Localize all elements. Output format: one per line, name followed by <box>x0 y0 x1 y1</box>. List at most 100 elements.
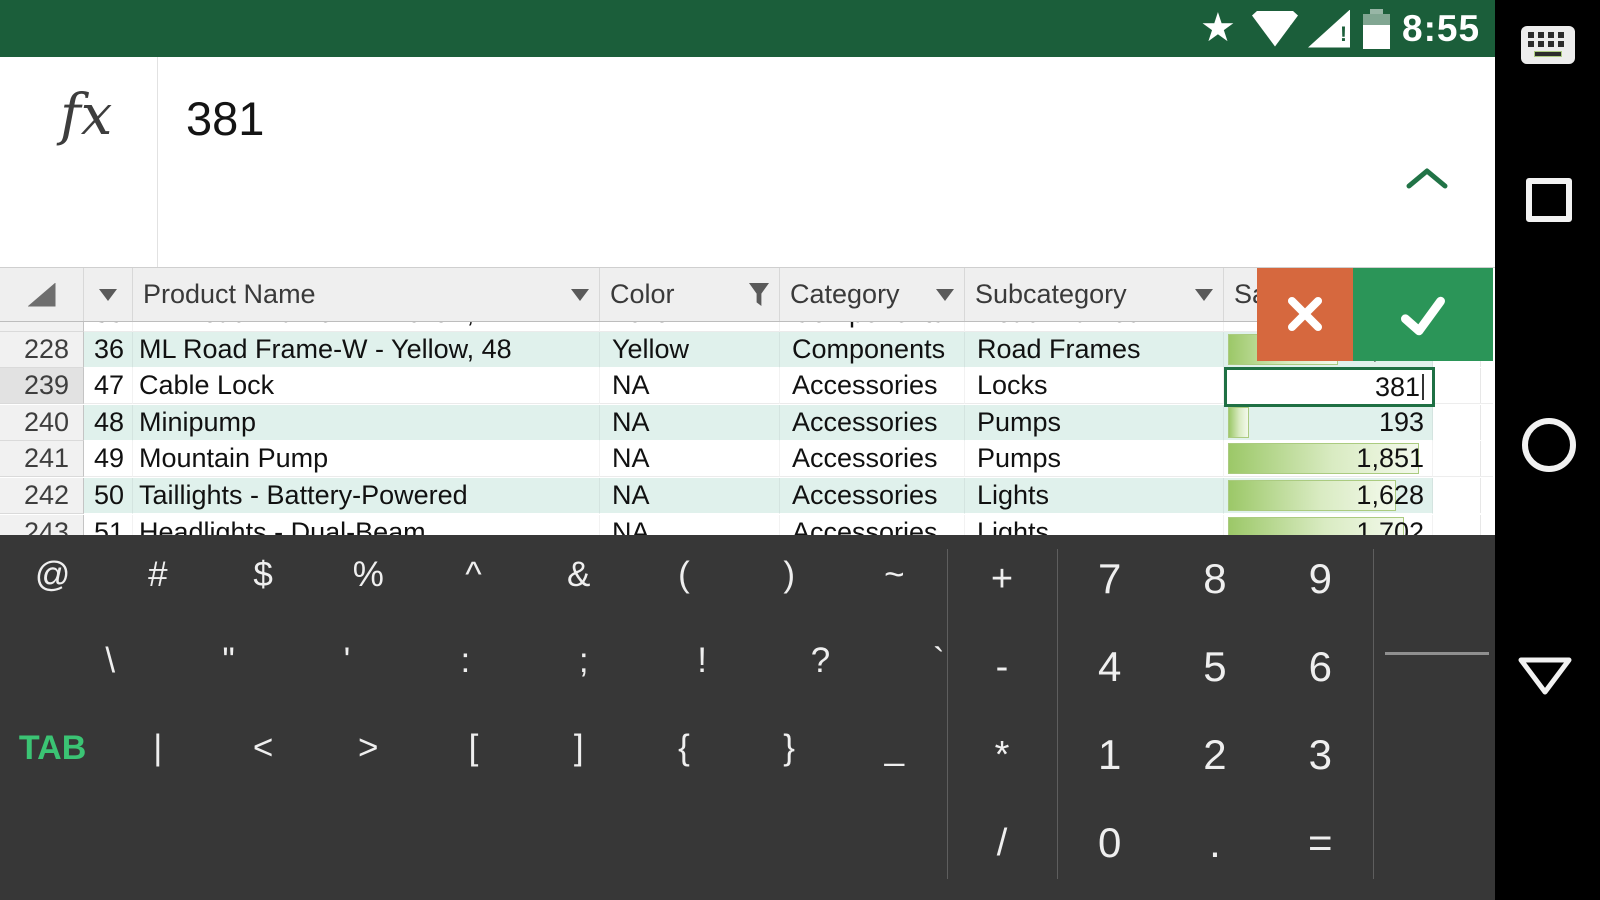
cell-id[interactable]: 51 <box>84 515 133 535</box>
keyboard-key[interactable]: | <box>105 705 210 791</box>
keyboard-key[interactable]: # <box>105 535 210 615</box>
cell-sales[interactable]: 1,851 <box>1224 441 1433 477</box>
header-color[interactable]: Color <box>600 268 780 321</box>
row-number[interactable]: 228 <box>0 332 84 368</box>
confirm-edit-button[interactable] <box>1353 268 1493 361</box>
cell-subcategory[interactable]: Lights <box>965 515 1224 535</box>
keyboard-key[interactable]: ^ <box>421 535 526 615</box>
keyboard-key[interactable]: 9 <box>1268 535 1373 623</box>
keyboard-key[interactable]: 1 <box>1057 711 1162 799</box>
keyboard-key[interactable]: ~ <box>842 535 947 615</box>
row-number[interactable]: 227 <box>0 322 84 332</box>
cell-sales[interactable]: 1,702 <box>1224 515 1433 535</box>
formula-bar[interactable]: fx 381 <box>0 57 1495 268</box>
cell-product-name[interactable]: Mountain Pump <box>133 441 600 477</box>
keyboard-key[interactable]: ; <box>525 619 643 703</box>
row-number[interactable]: 243 <box>0 515 84 535</box>
keyboard-key[interactable]: = <box>1268 799 1373 887</box>
header-id[interactable] <box>84 268 133 321</box>
cell-color[interactable]: Yellow <box>600 322 780 332</box>
home-button[interactable] <box>1522 418 1576 472</box>
keyboard-key[interactable]: > <box>316 705 421 791</box>
keyboard-key[interactable]: . <box>1162 799 1267 887</box>
row-number[interactable]: 239 <box>0 368 84 404</box>
cell-product-name[interactable]: Cable Lock <box>133 368 600 404</box>
filter-icon[interactable] <box>749 283 769 306</box>
keyboard-key[interactable]: : <box>406 619 524 703</box>
header-subcategory[interactable]: Subcategory <box>965 268 1224 321</box>
cell-id[interactable]: 35 <box>84 322 133 332</box>
cell-color[interactable]: NA <box>600 441 780 477</box>
keyboard-key[interactable]: 5 <box>1162 623 1267 711</box>
cell-color[interactable]: NA <box>600 478 780 514</box>
row-number[interactable]: 240 <box>0 405 84 441</box>
cell-category[interactable]: Components <box>780 332 965 368</box>
cell-id[interactable]: 48 <box>84 405 133 441</box>
cell-product-name[interactable]: Headlights - Dual-Beam <box>133 515 600 535</box>
cell-id[interactable]: 47 <box>84 368 133 404</box>
cell-color[interactable]: NA <box>600 515 780 535</box>
empty-cell[interactable] <box>1433 515 1493 535</box>
keyboard-key[interactable]: 0 <box>1057 799 1162 887</box>
cancel-edit-button[interactable] <box>1257 268 1353 361</box>
cell-category[interactable]: Accessories <box>780 478 965 514</box>
chevron-up-icon[interactable] <box>1404 167 1450 196</box>
keyboard-key[interactable]: ? <box>761 619 879 703</box>
cell-subcategory[interactable]: Locks <box>965 368 1224 404</box>
keyboard-key[interactable]: @ <box>0 535 105 615</box>
cell-subcategory[interactable]: Lights <box>965 478 1224 514</box>
empty-cell[interactable] <box>1433 441 1493 477</box>
cell-category[interactable]: Accessories <box>780 441 965 477</box>
chevron-down-icon[interactable] <box>99 288 117 301</box>
row-number[interactable]: 242 <box>0 478 84 514</box>
keyboard-key[interactable]: / <box>947 799 1057 887</box>
keyboard-key[interactable]: + <box>947 535 1057 623</box>
cell-product-name[interactable]: Taillights - Battery-Powered <box>133 478 600 514</box>
keyboard-key[interactable]: " <box>169 619 287 703</box>
keyboard-key[interactable]: - <box>947 623 1057 711</box>
keyboard-key[interactable]: _ <box>842 705 947 791</box>
cell-subcategory[interactable]: Road Frames <box>965 322 1224 332</box>
keyboard-key[interactable]: & <box>526 535 631 615</box>
tab-key[interactable]: TAB <box>0 705 105 791</box>
cell-id[interactable]: 50 <box>84 478 133 514</box>
cell-category[interactable]: Components <box>780 322 965 332</box>
hide-keyboard-icon[interactable] <box>1521 26 1575 64</box>
cell-color[interactable]: NA <box>600 368 780 404</box>
chevron-down-icon[interactable] <box>1195 288 1213 301</box>
row-number[interactable]: 241 <box>0 441 84 477</box>
cell-category[interactable]: Accessories <box>780 368 965 404</box>
keyboard-key[interactable]: 8 <box>1162 535 1267 623</box>
keyboard-key[interactable]: } <box>737 705 842 791</box>
active-cell-editor[interactable]: 381 <box>1224 367 1435 407</box>
chevron-down-icon[interactable] <box>936 288 954 301</box>
header-row-number[interactable] <box>0 268 84 321</box>
keyboard-key[interactable]: [ <box>421 705 526 791</box>
keyboard-key[interactable]: 4 <box>1057 623 1162 711</box>
keyboard-key[interactable]: < <box>210 705 315 791</box>
keyboard-key[interactable]: 3 <box>1268 711 1373 799</box>
header-category[interactable]: Category <box>780 268 965 321</box>
empty-cell[interactable] <box>1433 368 1493 404</box>
header-product-name[interactable]: Product Name <box>133 268 600 321</box>
keyboard-key[interactable]: ) <box>737 535 842 615</box>
chevron-down-icon[interactable] <box>571 288 589 301</box>
select-all-triangle-icon[interactable] <box>27 282 56 307</box>
cell-color[interactable]: NA <box>600 405 780 441</box>
keyboard-key[interactable]: $ <box>210 535 315 615</box>
cell-category[interactable]: Accessories <box>780 405 965 441</box>
keyboard-key[interactable]: ! <box>643 619 761 703</box>
keyboard-key[interactable]: * <box>947 711 1057 799</box>
empty-cell[interactable] <box>1433 405 1493 441</box>
cell-subcategory[interactable]: Pumps <box>965 405 1224 441</box>
keyboard-key[interactable]: ( <box>631 535 736 615</box>
cell-subcategory[interactable]: Road Frames <box>965 332 1224 368</box>
cell-product-name[interactable]: ML Road Frame-W - Yellow, 48 <box>133 332 600 368</box>
cell-id[interactable]: 49 <box>84 441 133 477</box>
back-button[interactable] <box>1516 655 1574 704</box>
keyboard-key[interactable]: % <box>316 535 421 615</box>
cell-product-name[interactable]: ML Road Frame-W - Yellow, 44 <box>133 322 600 332</box>
cell-sales[interactable]: 193 <box>1224 405 1433 441</box>
keyboard-key[interactable]: ' <box>288 619 406 703</box>
cell-product-name[interactable]: Minipump <box>133 405 600 441</box>
